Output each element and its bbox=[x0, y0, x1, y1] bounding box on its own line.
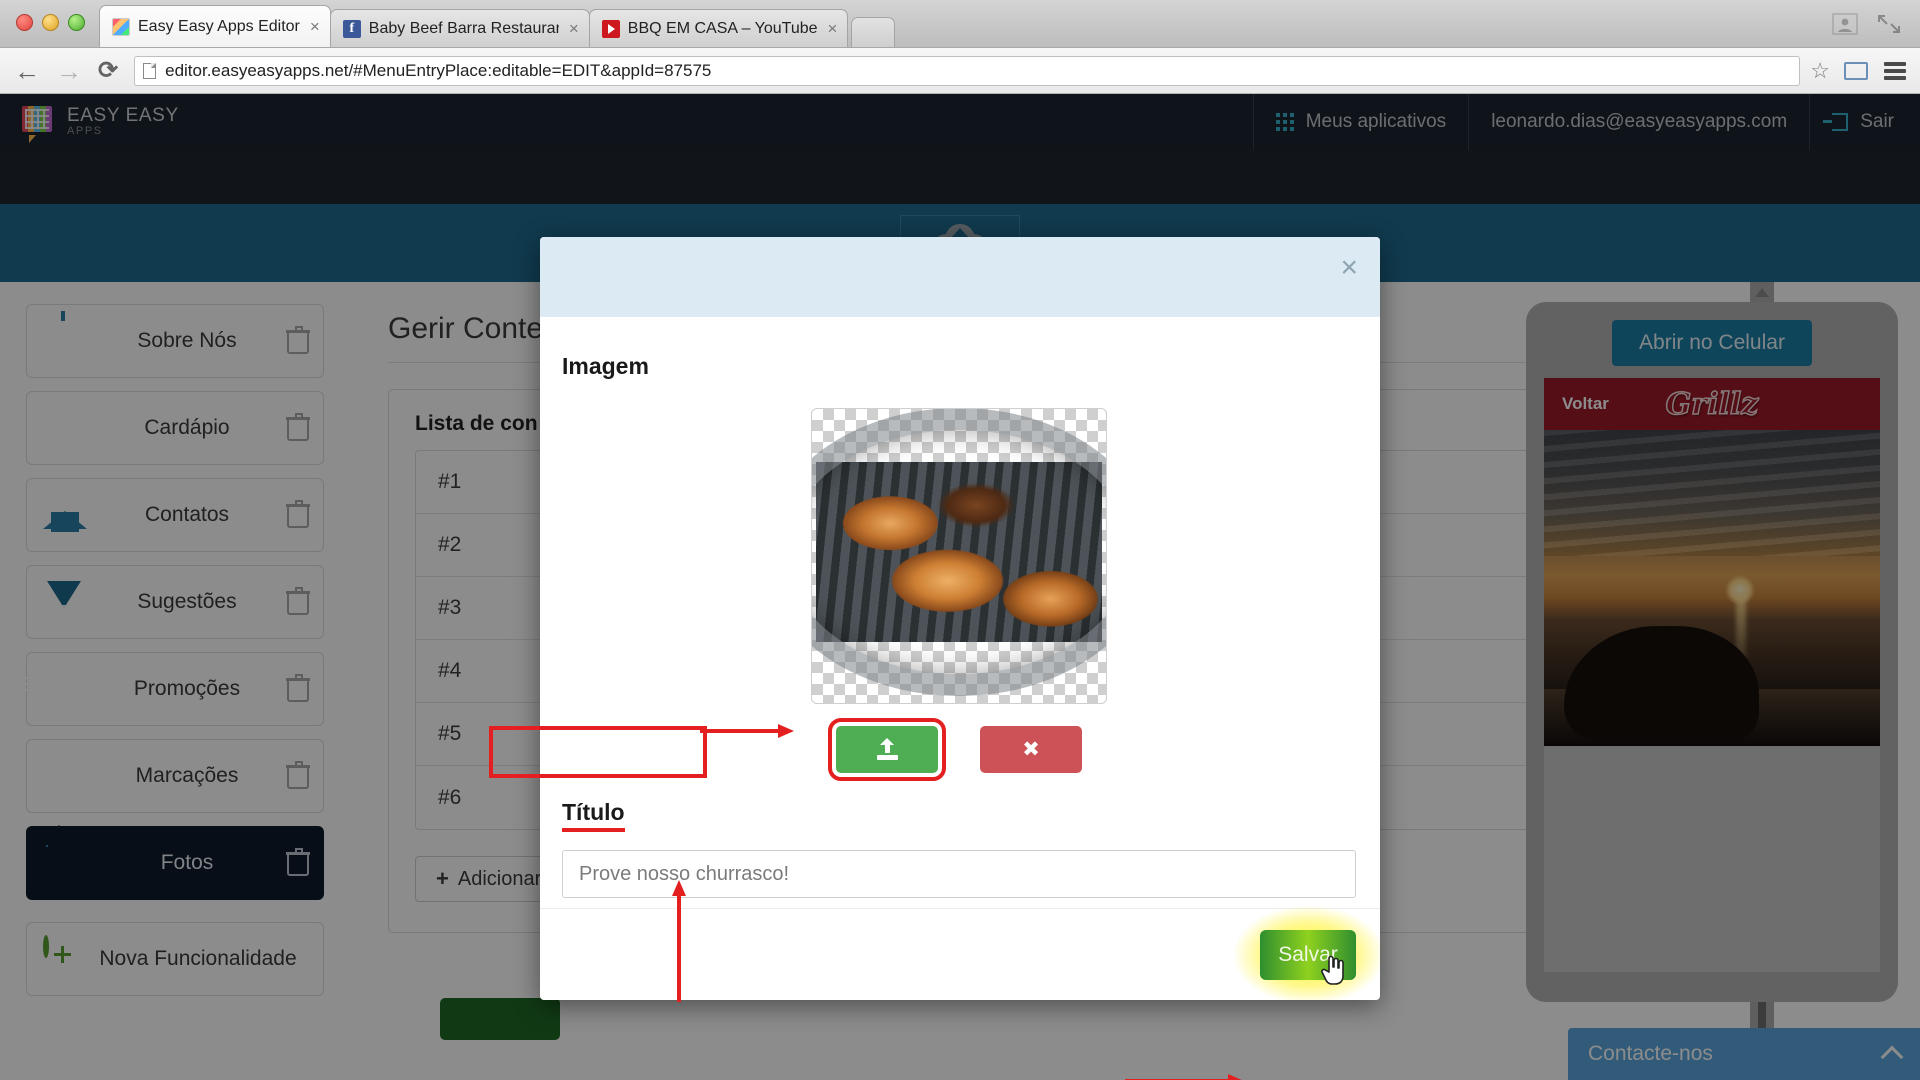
close-icon[interactable]: × bbox=[569, 19, 579, 39]
close-icon[interactable]: × bbox=[1340, 253, 1358, 283]
window-controls bbox=[1832, 13, 1920, 47]
web-page: EASY EASY APPS Meus aplicativos leonardo… bbox=[0, 94, 1920, 1080]
browser-toolbar: ← → ⟳ editor.easyeasyapps.net/#MenuEntry… bbox=[0, 48, 1920, 94]
image-field-label: Imagem bbox=[562, 353, 649, 379]
arrow-to-save-button bbox=[1125, 1074, 1250, 1080]
address-bar[interactable]: editor.easyeasyapps.net/#MenuEntryPlace:… bbox=[134, 55, 1801, 86]
maximize-window-button[interactable] bbox=[68, 14, 85, 31]
hamburger-menu-icon[interactable] bbox=[1884, 61, 1906, 80]
youtube-icon bbox=[601, 19, 620, 38]
remove-image-button[interactable]: ✖ bbox=[980, 726, 1082, 773]
close-x-icon: ✖ bbox=[1022, 738, 1040, 761]
close-icon[interactable]: × bbox=[828, 19, 838, 39]
fullscreen-icon[interactable] bbox=[1876, 13, 1902, 35]
easy-apps-icon bbox=[112, 17, 130, 36]
tab-title: Baby Beef Barra Restauran bbox=[368, 19, 559, 37]
star-icon[interactable]: ☆ bbox=[1810, 58, 1830, 84]
title-field-label: Título bbox=[562, 799, 625, 832]
back-arrow-icon[interactable]: ← bbox=[14, 58, 40, 84]
close-icon[interactable]: × bbox=[310, 17, 320, 37]
reload-icon[interactable]: ⟳ bbox=[98, 58, 118, 83]
forward-arrow-icon[interactable]: → bbox=[56, 58, 82, 84]
upload-icon bbox=[876, 737, 898, 761]
modal-header: × bbox=[540, 237, 1380, 317]
arrow-to-title-input bbox=[672, 880, 686, 1002]
cast-icon[interactable] bbox=[1844, 61, 1868, 80]
save-button-wrapper: Salvar bbox=[1234, 905, 1380, 1000]
grilled-food-photo bbox=[812, 409, 1106, 696]
tab-title: BBQ EM CASA – YouTube bbox=[627, 19, 818, 37]
window-traffic-lights[interactable] bbox=[0, 14, 99, 47]
browser-window: Easy Easy Apps Editor × f Baby Beef Barr… bbox=[0, 0, 1920, 1080]
modal-body: Imagem ✖ Título Prove nosso churrasco! bbox=[540, 317, 1380, 908]
new-tab-button[interactable] bbox=[851, 17, 896, 47]
modal-footer: Salvar bbox=[540, 905, 1380, 1000]
image-action-buttons: ✖ bbox=[562, 718, 1356, 781]
edit-photo-modal: × Imagem ✖ Título Prove nosso churrasco!… bbox=[540, 237, 1380, 1000]
browser-tab-bbq-em-casa-youtube[interactable]: BBQ EM CASA – YouTube × bbox=[588, 9, 849, 47]
url-text: editor.easyeasyapps.net/#MenuEntryPlace:… bbox=[165, 60, 712, 80]
hand-pointer-cursor bbox=[1321, 955, 1344, 985]
browser-tab-baby-beef-barra[interactable]: f Baby Beef Barra Restauran × bbox=[329, 9, 590, 47]
browser-tab-bar: Easy Easy Apps Editor × f Baby Beef Barr… bbox=[0, 0, 1920, 48]
browser-tab-easy-easy-apps-editor[interactable]: Easy Easy Apps Editor × bbox=[99, 5, 331, 47]
user-profile-icon[interactable] bbox=[1832, 13, 1858, 35]
page-document-icon bbox=[143, 62, 157, 79]
minimize-window-button[interactable] bbox=[42, 14, 59, 31]
image-preview[interactable] bbox=[811, 408, 1107, 704]
close-window-button[interactable] bbox=[16, 14, 33, 31]
upload-image-button[interactable] bbox=[828, 718, 946, 781]
tab-title: Easy Easy Apps Editor bbox=[138, 17, 300, 35]
arrow-to-upload-button bbox=[700, 724, 800, 738]
facebook-icon: f bbox=[342, 19, 361, 38]
